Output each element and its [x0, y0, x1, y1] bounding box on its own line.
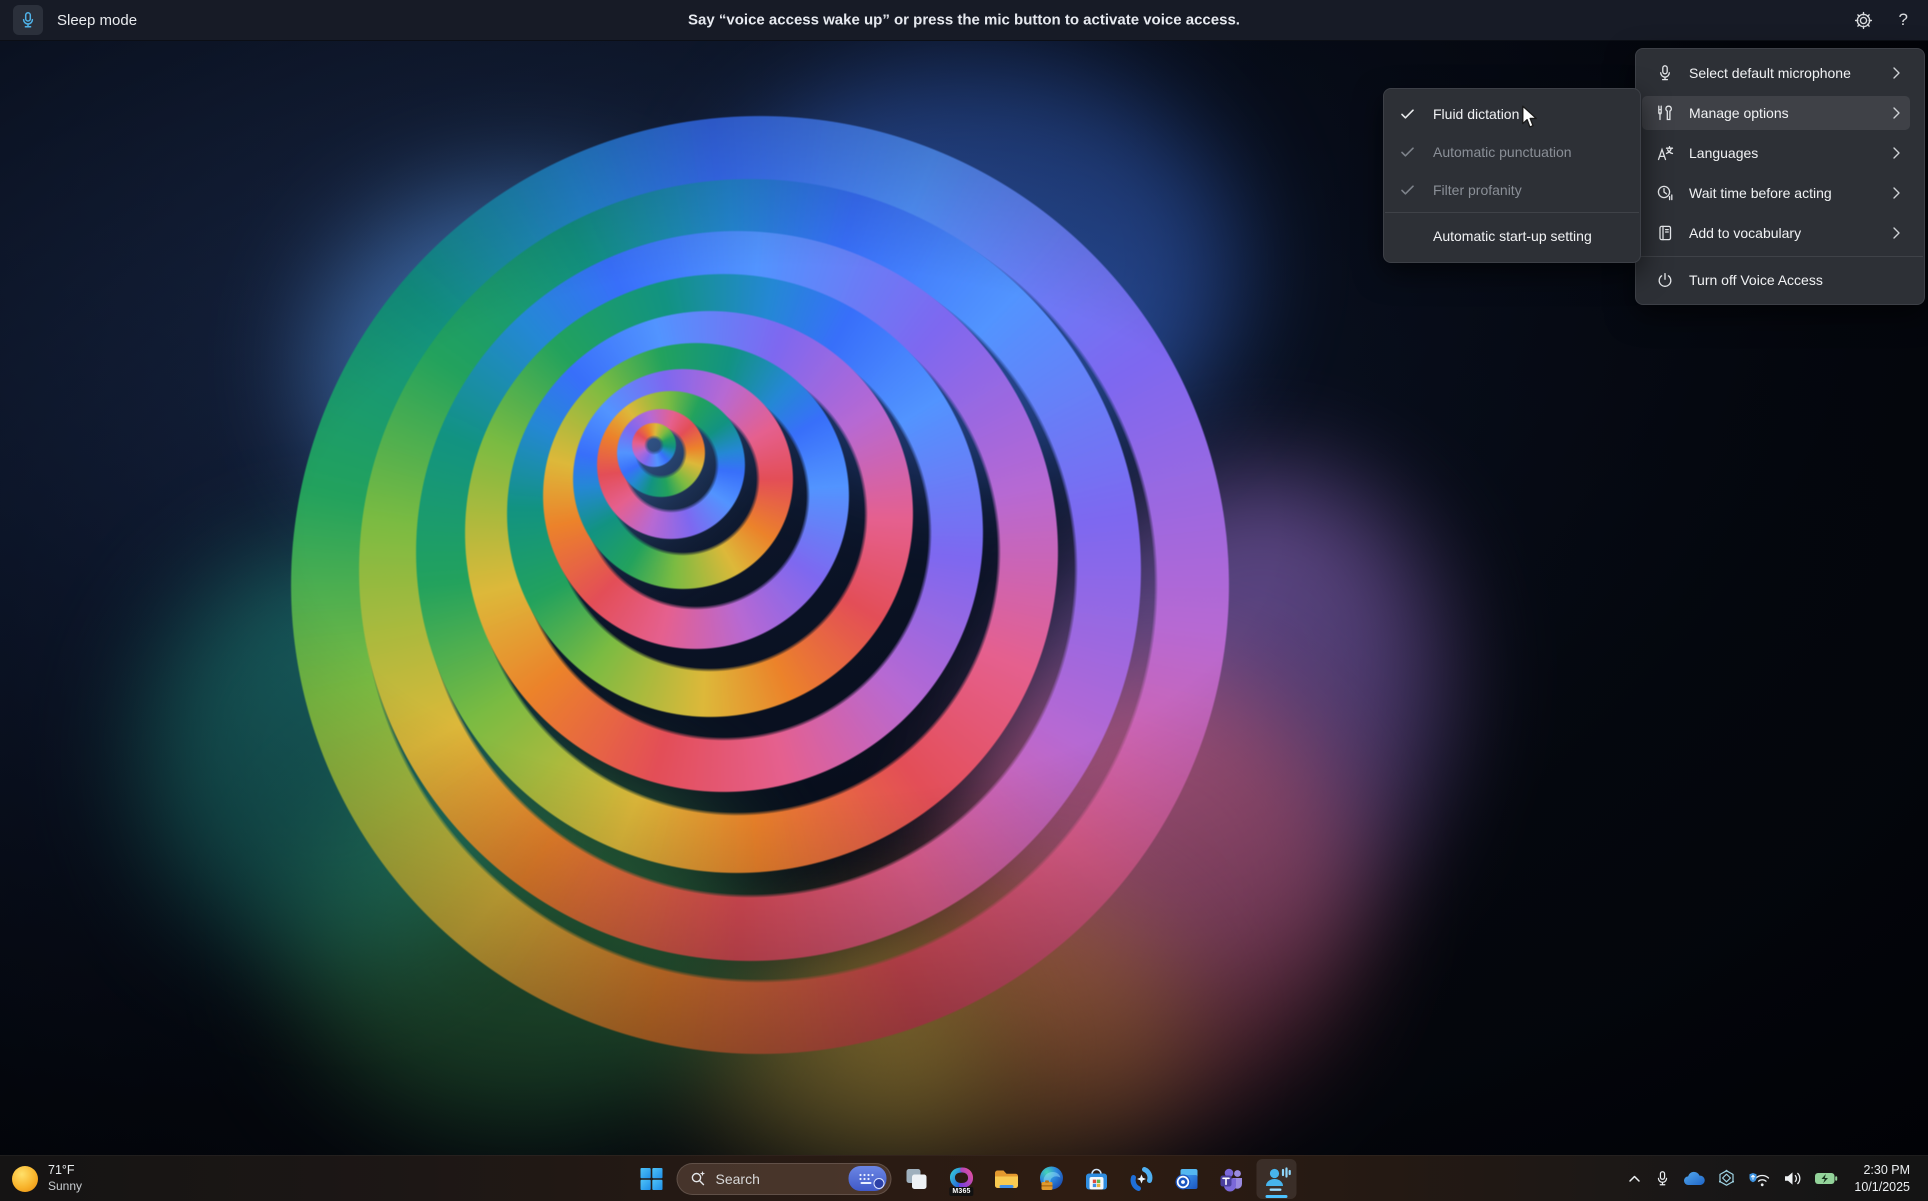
language-icon — [1655, 143, 1675, 163]
submenu-item-label: Automatic start-up setting — [1433, 228, 1592, 244]
submenu-item-label: Filter profanity — [1433, 182, 1522, 198]
task-view-icon — [904, 1166, 930, 1192]
menu-item-label: Wait time before acting — [1689, 185, 1876, 201]
search-input[interactable] — [716, 1171, 840, 1187]
vocabulary-icon — [1655, 223, 1675, 243]
microsoft-store-button[interactable] — [1077, 1159, 1117, 1199]
windows-logo-icon — [639, 1166, 665, 1192]
tray-time: 2:30 PM — [1863, 1162, 1910, 1178]
search-box[interactable] — [677, 1163, 892, 1195]
microphone-icon — [1655, 63, 1675, 83]
microsoft-teams-icon — [1218, 1165, 1246, 1193]
voice-access-app-button[interactable] — [1257, 1159, 1297, 1199]
speaker-icon — [1783, 1170, 1802, 1187]
search-highlight-icon[interactable] — [849, 1166, 887, 1191]
submenu-item-fluid-dictation[interactable]: Fluid dictation — [1384, 95, 1640, 133]
recall-icon — [1128, 1165, 1156, 1193]
microphone-icon — [19, 11, 37, 29]
submenu-item-label: Automatic punctuation — [1433, 144, 1572, 160]
show-hidden-icons-button[interactable] — [1621, 1159, 1648, 1199]
menu-item-manage-options[interactable]: Manage options — [1636, 93, 1924, 133]
task-view-button[interactable] — [897, 1159, 937, 1199]
gear-icon[interactable] — [1854, 11, 1873, 30]
recall-button[interactable] — [1122, 1159, 1162, 1199]
chevron-right-icon — [1890, 147, 1900, 159]
menu-item-languages[interactable]: Languages — [1636, 133, 1924, 173]
battery-charging-icon — [1814, 1171, 1838, 1186]
studio-effects-button[interactable] — [1711, 1159, 1742, 1199]
chevron-right-icon — [1890, 107, 1900, 119]
menu-item-wait-time-before-acting[interactable]: Wait time before acting — [1636, 173, 1924, 213]
menu-item-label: Languages — [1689, 145, 1876, 161]
submenu-item-automatic-punctuation: Automatic punctuation — [1384, 133, 1640, 171]
outlook-icon — [1173, 1165, 1201, 1193]
chevron-right-icon — [1890, 187, 1900, 199]
power-icon — [1655, 270, 1675, 290]
menu-item-select-default-microphone[interactable]: Select default microphone — [1636, 53, 1924, 93]
menu-item-label: Add to vocabulary — [1689, 225, 1876, 241]
microsoft-store-icon — [1083, 1165, 1111, 1193]
menu-item-label: Turn off Voice Access — [1689, 272, 1876, 288]
help-icon[interactable]: ? — [1899, 10, 1908, 30]
onedrive-button[interactable] — [1677, 1159, 1711, 1199]
menu-separator — [1385, 212, 1639, 213]
manage-options-submenu: Fluid dictation Automatic punctuation Fi… — [1383, 88, 1641, 263]
voice-access-mic-button[interactable] — [13, 5, 43, 35]
mouse-cursor — [1519, 105, 1541, 134]
microsoft-edge-icon — [1038, 1165, 1066, 1193]
menu-item-turn-off-voice-access[interactable]: Turn off Voice Access — [1636, 260, 1924, 300]
menu-item-label: Manage options — [1689, 105, 1876, 121]
wifi-shield-icon — [1748, 1170, 1771, 1188]
sun-icon — [12, 1166, 38, 1192]
clock-icon — [1655, 183, 1675, 203]
taskbar: 71°F Sunny — [0, 1155, 1928, 1201]
menu-item-add-to-vocabulary[interactable]: Add to vocabulary — [1636, 213, 1924, 253]
tray-date: 10/1/2025 — [1854, 1179, 1910, 1195]
microsoft-365-copilot-button[interactable]: M365 — [942, 1159, 982, 1199]
menu-separator — [1637, 256, 1923, 257]
tools-icon — [1655, 103, 1675, 123]
onedrive-icon — [1683, 1171, 1705, 1186]
weather-widget[interactable]: 71°F Sunny — [0, 1156, 82, 1201]
chevron-up-icon — [1627, 1171, 1642, 1186]
submenu-item-automatic-startup-setting[interactable]: Automatic start-up setting — [1384, 216, 1640, 256]
microsoft-teams-button[interactable] — [1212, 1159, 1252, 1199]
volume-button[interactable] — [1777, 1159, 1808, 1199]
checkmark-icon — [1401, 147, 1417, 158]
weather-temperature: 71°F — [48, 1163, 82, 1179]
menu-item-label: Select default microphone — [1689, 65, 1876, 81]
checkmark-icon — [1401, 185, 1417, 196]
microphone-icon — [1654, 1170, 1671, 1187]
chevron-right-icon — [1890, 227, 1900, 239]
search-icon — [690, 1170, 707, 1187]
battery-button[interactable] — [1808, 1159, 1844, 1199]
chevron-right-icon — [1890, 67, 1900, 79]
submenu-item-filter-profanity: Filter profanity — [1384, 171, 1640, 209]
outlook-button[interactable] — [1167, 1159, 1207, 1199]
start-button[interactable] — [632, 1159, 672, 1199]
file-explorer-icon — [993, 1165, 1021, 1193]
weather-condition: Sunny — [48, 1179, 82, 1194]
m365-badge: M365 — [949, 1187, 973, 1196]
file-explorer-button[interactable] — [987, 1159, 1027, 1199]
voice-access-app-icon — [1262, 1165, 1292, 1193]
network-security-button[interactable] — [1742, 1159, 1777, 1199]
studio-effects-icon — [1717, 1169, 1736, 1188]
microsoft-edge-button[interactable] — [1032, 1159, 1072, 1199]
voice-access-settings-menu: Select default microphone Manage options — [1635, 48, 1925, 305]
voice-access-mode-label: Sleep mode — [57, 12, 137, 29]
voice-access-bar: Sleep mode Say “voice access wake up” or… — [0, 0, 1928, 41]
tray-microphone-button[interactable] — [1648, 1159, 1677, 1199]
checkmark-icon — [1401, 109, 1417, 120]
voice-access-hint-message: Say “voice access wake up” or press the … — [688, 12, 1240, 29]
submenu-item-label: Fluid dictation — [1433, 106, 1519, 122]
clock[interactable]: 2:30 PM 10/1/2025 — [1844, 1162, 1918, 1195]
